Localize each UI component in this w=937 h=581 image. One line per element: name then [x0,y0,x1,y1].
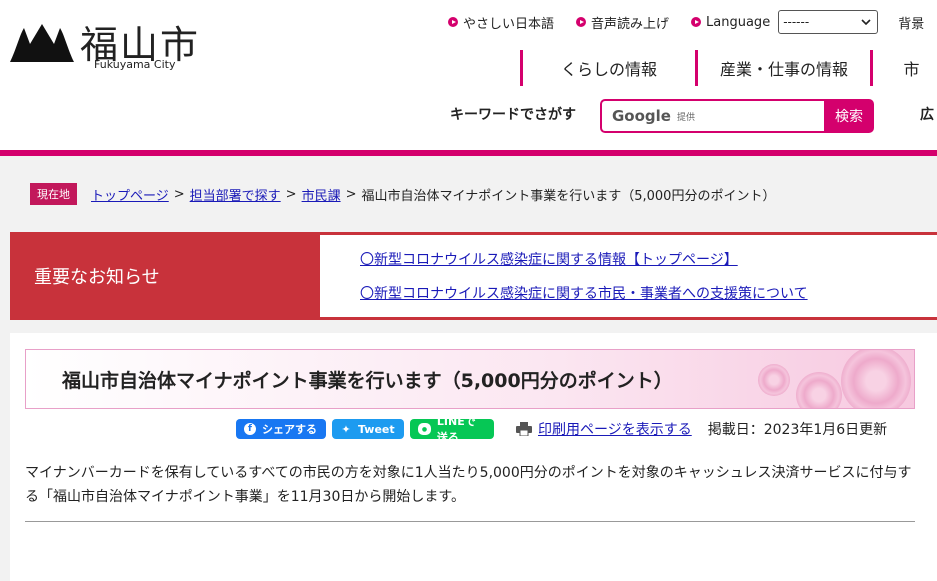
article-body: マイナンバーカードを保有しているすべての市民の方を対象に1人当たり5,000円分… [25,465,912,505]
breadcrumb-current: 福山市自治体マイナポイント事業を行います（5,000円分のポイント） [361,188,776,204]
google-brand-sub: 提供 [676,112,695,123]
breadcrumb-citizens-division[interactable]: 市民課 [302,185,341,204]
breadcrumb-top-page[interactable]: トップページ [91,185,169,204]
main-article: 福山市自治体マイナポイント事業を行います（5,000円分のポイント） f シェア… [10,333,937,581]
breadcrumb-separator: > [285,186,297,202]
print-page-link[interactable]: 印刷用ページを表示する [538,419,692,439]
search-input[interactable]: Google 提供 [600,99,826,133]
notice-link-covid-support[interactable]: 〇新型コロナウイルス感染症に関する市民・事業者への支援策について [360,283,808,303]
nav-city[interactable]: 市 [870,50,937,86]
breadcrumb-separator: > [345,186,357,202]
line-send-label: LINEで送る [436,415,476,444]
tweet-label: Tweet [358,422,395,436]
posted-date: 掲載日：2023年1月6日更新 [707,422,888,438]
keyword-search-label: キーワードでさがす [450,107,576,123]
search-button[interactable]: 検索 [824,99,874,133]
arrow-circle-icon [448,17,458,27]
line-send-button[interactable]: ● LINEで送る [410,415,494,444]
easy-japanese-link[interactable]: やさしい日本語 [448,13,554,32]
utility-links: やさしい日本語 音声読み上げ Language ------ 背景 [448,10,924,34]
printer-icon [516,422,532,436]
page-title: 福山市自治体マイナポイント事業を行います（5,000円分のポイント） [62,370,673,392]
chevron-down-icon [861,19,871,25]
google-brand: Google [612,107,671,125]
twitter-tweet-button[interactable]: ✦ Tweet [332,419,404,439]
language-select[interactable]: ------ [778,10,879,34]
global-nav: くらしの情報 産業・仕事の情報 市 [520,50,937,86]
facebook-share-label: シェアする [262,423,317,436]
rose-decoration-icon [758,364,790,396]
voice-reading-link[interactable]: 音声読み上げ [576,13,669,32]
logo-subtitle: Fukuyama City [94,58,176,71]
facebook-icon: f [244,423,256,435]
arrow-circle-icon [691,17,702,27]
breadcrumb-departments[interactable]: 担当部署で探す [190,185,281,204]
important-notice: 重要なお知らせ 〇新型コロナウイルス感染症に関する情報【トップページ】 〇新型コ… [10,232,937,320]
easy-japanese-label: やさしい日本語 [463,16,555,32]
title-band: 福山市自治体マイナポイント事業を行います（5,000円分のポイント） [25,349,915,409]
rose-decoration-icon [796,372,842,408]
language-select-value: ------ [783,15,810,29]
notice-link-covid-info[interactable]: 〇新型コロナウイルス感染症に関する情報【トップページ】 [360,249,808,269]
twitter-bird-icon: ✦ [341,422,351,436]
facebook-share-button[interactable]: f シェアする [236,419,326,439]
notice-heading: 重要なお知らせ [10,235,320,317]
current-location-badge: 現在地 [30,183,77,205]
breadcrumb-separator: > [173,186,185,202]
content-divider [25,521,915,522]
rose-decoration-icon [841,350,911,408]
mountain-logo-icon [10,24,74,62]
notice-links: 〇新型コロナウイルス感染症に関する情報【トップページ】 〇新型コロナウイルス感染… [360,249,808,317]
arrow-circle-icon [576,17,587,27]
voice-reading-label: 音声読み上げ [591,16,670,32]
language-label-item: Language [691,15,770,30]
nav-industry-work[interactable]: 産業・仕事の情報 [695,50,870,86]
nav-living-info[interactable]: くらしの情報 [520,50,695,86]
line-icon: ● [418,423,431,435]
breadcrumb: 現在地 トップページ > 担当部署で探す > 市民課 > 福山市自治体マイナポイ… [30,183,775,205]
site-header: 福山市 Fukuyama City やさしい日本語 音声読み上げ Languag… [0,0,937,152]
share-bar: f シェアする ✦ Tweet ● LINEで送る 印刷用ページを表示する 掲載… [236,415,888,444]
city-logo[interactable]: 福山市 Fukuyama City [10,14,200,74]
language-label: Language [706,14,771,30]
background-color-link[interactable]: 背景 [898,13,924,32]
header-cut-link[interactable]: 広 [920,104,934,124]
